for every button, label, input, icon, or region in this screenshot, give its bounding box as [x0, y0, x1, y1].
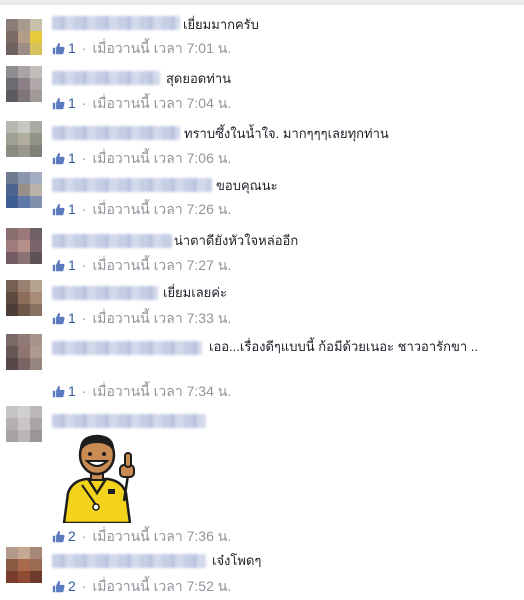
like-count[interactable]: 1: [68, 200, 76, 218]
avatar[interactable]: [6, 66, 42, 102]
timestamp[interactable]: เมื่อวานนี้ เวลา 7:34 น.: [92, 382, 231, 400]
timestamp[interactable]: เมื่อวานนี้ เวลา 7:33 น.: [92, 309, 231, 327]
timestamp[interactable]: เมื่อวานนี้ เวลา 7:52 น.: [92, 577, 231, 595]
comment-text: เยี่ยมเลยค่ะ: [163, 285, 227, 300]
separator-dot: ·: [81, 310, 87, 326]
like-count[interactable]: 2: [68, 527, 76, 545]
timestamp[interactable]: เมื่อวานนี้ เวลา 7:27 น.: [92, 256, 231, 274]
like-count[interactable]: 2: [68, 577, 76, 595]
commenter-name[interactable]: [52, 71, 160, 85]
thumbs-up-icon[interactable]: [52, 97, 65, 110]
timestamp[interactable]: เมื่อวานนี้ เวลา 7:01 น.: [92, 39, 231, 57]
comment-meta: 1 · เมื่อวานนี้ เวลา 7:06 น.: [52, 149, 231, 167]
comment-text: เยี่ยมมากครับ: [183, 17, 259, 32]
comment-text: ขอบคุณนะ: [216, 178, 278, 193]
comment-text: ทราบซึ้งในน้ำใจ. มากๆๆๆเลยทุกท่าน: [184, 126, 389, 141]
comment-meta: 1 · เมื่อวานนี้ เวลา 7:34 น.: [52, 382, 231, 400]
timestamp[interactable]: เมื่อวานนี้ เวลา 7:06 น.: [92, 149, 231, 167]
thumbs-up-icon[interactable]: [52, 259, 65, 272]
separator-dot: ·: [81, 95, 87, 111]
commenter-name[interactable]: [52, 234, 172, 248]
like-count[interactable]: 1: [68, 149, 76, 167]
like-count[interactable]: 1: [68, 256, 76, 274]
timestamp[interactable]: เมื่อวานนี้ เวลา 7:04 น.: [92, 94, 231, 112]
separator-dot: ·: [81, 257, 87, 273]
comment-meta: 1 · เมื่อวานนี้ เวลา 7:01 น.: [52, 39, 231, 57]
comment-meta: 2 · เมื่อวานนี้ เวลา 7:52 น.: [52, 577, 231, 595]
thumbs-up-icon[interactable]: [52, 580, 65, 593]
separator-dot: ·: [81, 528, 87, 544]
like-count[interactable]: 1: [68, 309, 76, 327]
commenter-name[interactable]: [52, 414, 206, 428]
thumbs-up-icon[interactable]: [52, 385, 65, 398]
avatar[interactable]: [6, 121, 42, 157]
like-count[interactable]: 1: [68, 94, 76, 112]
avatar[interactable]: [6, 280, 42, 316]
thumbs-up-icon[interactable]: [52, 312, 65, 325]
top-divider: [0, 0, 524, 5]
thumbs-up-icon[interactable]: [52, 530, 65, 543]
thumbs-up-sticker[interactable]: [58, 431, 138, 523]
comment-text: สุดยอดท่าน: [166, 71, 231, 86]
comment-meta: 1 · เมื่อวานนี้ เวลา 7:27 น.: [52, 256, 231, 274]
thumbs-up-icon[interactable]: [52, 42, 65, 55]
comment-meta: 1 · เมื่อวานนี้ เวลา 7:33 น.: [52, 309, 231, 327]
thumbs-up-icon[interactable]: [52, 203, 65, 216]
thumbs-up-icon[interactable]: [52, 152, 65, 165]
separator-dot: ·: [81, 578, 87, 594]
separator-dot: ·: [81, 150, 87, 166]
comment-text: เออ...เรื่องดีๆแบบนี้ ก้อมีด้วยเนอะ ชาวอ…: [209, 339, 479, 354]
avatar[interactable]: [6, 228, 42, 264]
timestamp[interactable]: เมื่อวานนี้ เวลา 7:26 น.: [92, 200, 231, 218]
comment-text: เจ๋งโพดๆ: [212, 553, 262, 568]
separator-dot: ·: [81, 383, 87, 399]
comment-meta: 1 · เมื่อวานนี้ เวลา 7:26 น.: [52, 200, 231, 218]
commenter-name[interactable]: [52, 126, 180, 140]
commenter-name[interactable]: [52, 178, 212, 192]
avatar[interactable]: [6, 19, 42, 55]
separator-dot: ·: [81, 40, 87, 56]
commenter-name[interactable]: [52, 16, 180, 30]
commenter-name[interactable]: [52, 554, 206, 568]
comment-meta: 2 · เมื่อวานนี้ เวลา 7:36 น.: [52, 527, 231, 545]
comment-text: น่าตาดียังหัวใจหล่ออีก: [174, 233, 299, 248]
avatar[interactable]: [6, 406, 42, 442]
comment-meta: 1 · เมื่อวานนี้ เวลา 7:04 น.: [52, 94, 231, 112]
separator-dot: ·: [81, 201, 87, 217]
avatar[interactable]: [6, 172, 42, 208]
like-count[interactable]: 1: [68, 39, 76, 57]
commenter-name[interactable]: [52, 286, 158, 300]
like-count[interactable]: 1: [68, 382, 76, 400]
avatar[interactable]: [6, 334, 42, 370]
avatar[interactable]: [6, 547, 42, 583]
timestamp[interactable]: เมื่อวานนี้ เวลา 7:36 น.: [92, 527, 231, 545]
